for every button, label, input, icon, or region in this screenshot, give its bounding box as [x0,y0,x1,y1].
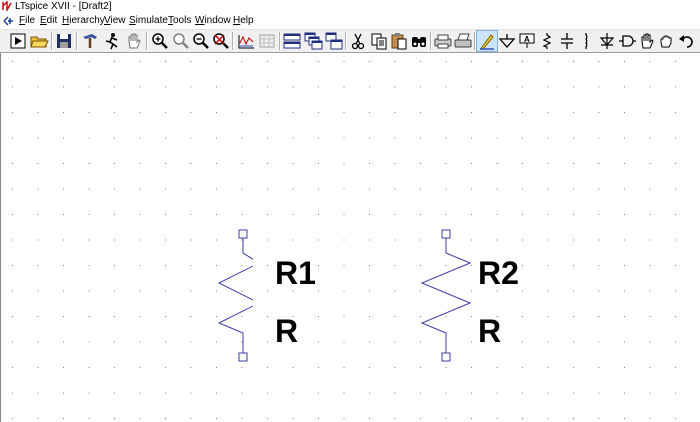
schematic-canvas[interactable]: R1 R R2 R [0,53,700,422]
zoom-area-icon[interactable] [171,31,191,51]
halt-icon[interactable] [102,31,122,51]
menu-edit[interactable]: Edit [40,13,57,29]
component-icon[interactable] [617,31,637,51]
find-icon[interactable] [409,31,429,51]
r1-designator[interactable]: R1 [275,257,316,289]
autorange-icon[interactable] [236,31,256,51]
cut-icon[interactable] [348,31,368,51]
menu-tools[interactable]: Tools [168,13,191,29]
menu-window[interactable]: Window [195,13,231,29]
resistor-icon[interactable] [537,31,557,51]
grid-dots [12,61,676,419]
menu-view[interactable]: View [104,13,126,29]
r2-value[interactable]: R [478,315,501,347]
copy-icon[interactable] [369,31,389,51]
grid-icon[interactable] [257,31,277,51]
tile-vertical-icon[interactable] [324,31,344,51]
zoom-in-icon[interactable] [150,31,170,51]
label-net-icon[interactable]: A [517,31,537,51]
move-icon[interactable] [637,31,657,51]
paste-icon[interactable] [389,31,409,51]
menu-hierarchy[interactable]: Hierarchy [62,13,105,29]
control-panel-icon[interactable] [80,31,100,51]
zoom-out-icon[interactable] [191,31,211,51]
run-icon[interactable] [8,31,28,51]
zoom-fit-icon[interactable] [211,31,231,51]
window-title: LTspice XVII - [Draft2] [15,1,112,12]
resistor-r2-symbol[interactable] [416,228,476,368]
r2-designator[interactable]: R2 [478,257,519,289]
toolbar: A [0,30,700,53]
menu-help[interactable]: Help [233,13,254,29]
inductor-icon[interactable] [577,31,597,51]
capacitor-icon[interactable] [557,31,577,51]
open-icon[interactable] [29,31,49,51]
menu-file[interactable]: File [19,13,35,29]
menu-simulate[interactable]: Simulate [129,13,168,29]
save-icon[interactable] [54,31,74,51]
drag-icon[interactable] [657,31,677,51]
r1-value[interactable]: R [275,315,298,347]
tile-horizontal-icon[interactable] [282,31,302,51]
draw-wire-icon[interactable] [476,30,498,52]
ground-icon[interactable] [497,31,517,51]
title-bar: LTspice XVII - [Draft2] [0,0,700,13]
diode-icon[interactable] [597,31,617,51]
menu-bar: File Edit Hierarchy View Simulate Tools … [0,13,700,30]
resistor-r1-symbol[interactable] [213,228,253,368]
svg-text:A: A [524,35,530,44]
cascade-icon[interactable] [303,31,323,51]
document-icon[interactable] [2,15,14,27]
ltspice-app-icon [2,1,12,11]
print-icon[interactable] [453,31,473,51]
undo-icon[interactable] [677,31,697,51]
pan-icon[interactable] [124,31,144,51]
print-setup-icon[interactable] [433,31,453,51]
